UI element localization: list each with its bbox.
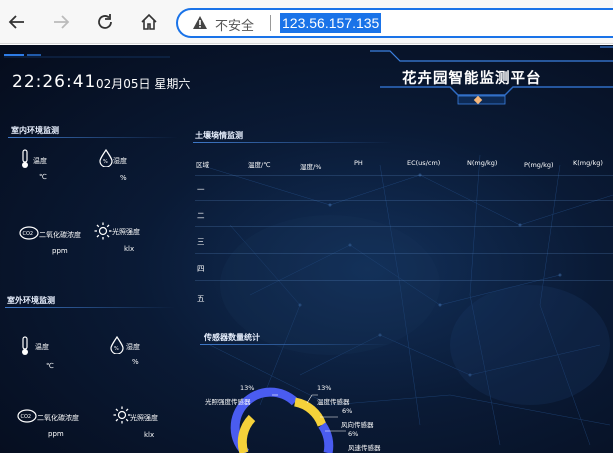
address-divider — [270, 15, 271, 31]
outdoor-divider — [5, 307, 175, 308]
slice-temp-name: 温度传感器 — [317, 398, 350, 406]
home-icon — [141, 13, 157, 30]
address-bar[interactable]: 不安全 123.56.157.135 — [176, 8, 613, 38]
sun-icon — [94, 222, 112, 240]
sensor-divider — [200, 344, 390, 345]
indoor-section-title: 室内环境监测 — [11, 126, 59, 135]
dashboard: 22:26:41 02月05日 星期六 花卉园智能监测平台 室内环境监测 温度 … — [0, 45, 613, 453]
soil-row-1: 一 — [197, 185, 205, 194]
co2-icon: CO2 — [17, 409, 37, 423]
outdoor-humidity-label: 湿度 — [126, 343, 140, 351]
slice-winddir-percent: 6% — [342, 407, 353, 415]
indoor-light-label: 光照强度 — [112, 228, 140, 236]
outdoor-co2-label: 二氧化碳浓度 — [37, 414, 79, 422]
outdoor-humidity-unit: % — [132, 358, 139, 366]
indoor-co2-label: 二氧化碳浓度 — [39, 231, 81, 239]
insecure-label: 不安全 — [215, 18, 255, 33]
clock-time: 22:26:41 — [12, 72, 97, 92]
forward-button[interactable] — [50, 11, 72, 33]
indoor-co2-unit: ppm — [52, 247, 68, 255]
slice-windspeed-percent: 6% — [348, 430, 359, 438]
soil-col-temp: 温度/℃ — [248, 161, 271, 169]
date-text: 02月05日 星期六 — [96, 77, 191, 91]
outdoor-light-unit: klx — [144, 431, 155, 439]
indoor-temp-label: 温度 — [33, 157, 47, 165]
back-button[interactable] — [6, 11, 28, 33]
soil-col-ph: PH — [354, 159, 363, 167]
outdoor-light-label: 光照强度 — [130, 414, 158, 422]
thermometer-icon — [22, 149, 28, 168]
row-divider — [195, 175, 613, 176]
indoor-temp-unit: ℃ — [39, 173, 47, 181]
sensor-donut-chart — [230, 387, 346, 453]
slice-temp-percent: 13% — [317, 384, 332, 392]
reload-icon — [98, 14, 112, 29]
platform-title: 花卉园智能监测平台 — [402, 71, 542, 87]
svg-text:CO2: CO2 — [23, 231, 34, 237]
soil-col-n: N(mg/kg) — [467, 159, 498, 167]
soil-section-title: 土壤墒情监测 — [195, 131, 243, 140]
row-divider — [195, 253, 613, 254]
slice-light-percent: 13% — [240, 384, 255, 392]
soil-row-2: 二 — [197, 211, 205, 220]
browser-window: 不安全 123.56.157.135 22:26:41 02月05日 星期六 花… — [0, 0, 613, 453]
row-divider — [195, 200, 613, 201]
indoor-humidity-label: 湿度 — [113, 157, 127, 165]
thermometer-icon — [22, 336, 28, 355]
co2-icon: CO2 — [19, 226, 39, 240]
outdoor-section-title: 室外环境监测 — [7, 296, 55, 305]
back-arrow-icon — [8, 15, 24, 29]
outdoor-temp-label: 温度 — [35, 343, 49, 351]
soil-col-p: P(mg/kg) — [524, 161, 554, 169]
sensor-section-title: 传感器数量统计 — [204, 333, 260, 342]
slice-windspeed-name: 风速传感器 — [348, 444, 381, 452]
svg-text:%: % — [114, 346, 119, 352]
home-button[interactable] — [138, 11, 160, 33]
row-divider — [195, 226, 613, 227]
sun-icon — [113, 406, 131, 424]
soil-col-humidity: 湿度/% — [300, 163, 322, 171]
url-text[interactable]: 123.56.157.135 — [280, 13, 382, 33]
soil-row-5: 五 — [197, 294, 205, 303]
svg-text:%: % — [103, 159, 108, 165]
humidity-drop-icon: % — [99, 149, 113, 167]
indoor-humidity-unit: % — [120, 174, 127, 182]
soil-col-area: 区域 — [196, 161, 209, 169]
browser-toolbar: 不安全 123.56.157.135 — [0, 0, 613, 44]
soil-row-3: 三 — [197, 237, 205, 246]
reload-button[interactable] — [94, 11, 116, 33]
row-divider — [195, 280, 613, 281]
soil-col-ec: EC(us/cm) — [407, 159, 441, 167]
soil-divider — [193, 142, 393, 143]
slice-winddir-name: 风向传感器 — [341, 421, 374, 429]
svg-text:CO2: CO2 — [21, 414, 32, 420]
humidity-drop-icon: % — [110, 336, 124, 354]
soil-col-k: K(mg/kg) — [573, 159, 603, 167]
forward-arrow-icon — [54, 15, 70, 29]
outdoor-co2-unit: ppm — [48, 430, 64, 438]
outdoor-temp-unit: ℃ — [46, 362, 54, 370]
soil-row-4: 四 — [197, 264, 205, 273]
indoor-divider — [8, 137, 178, 138]
indoor-light-unit: klx — [124, 245, 135, 253]
donut-slice-yellow-left — [237, 414, 256, 453]
donut-slice-blue-right — [318, 422, 334, 453]
warning-icon — [193, 16, 207, 29]
slice-light-name: 光照强度传感器 — [205, 398, 251, 406]
